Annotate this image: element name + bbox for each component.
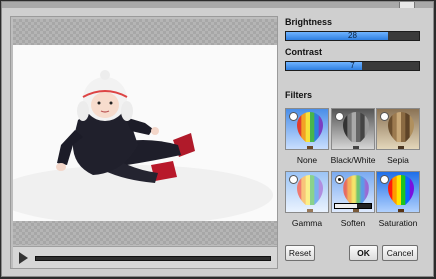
filter-gamma[interactable]: Gamma [285,171,329,228]
filter-thumb [376,171,420,213]
filter-thumb [376,108,420,150]
filter-none[interactable]: None [285,108,329,165]
brightness-label: Brightness [285,17,333,27]
close-tab[interactable] [399,2,415,8]
filter-label: Saturation [378,218,418,228]
filter-thumb [285,108,329,150]
contrast-slider[interactable]: 7 [285,61,420,71]
soften-level-slider[interactable] [334,203,372,209]
title-strip [2,2,433,8]
filter-sepia[interactable]: Sepia [376,108,420,165]
filter-saturation[interactable]: Saturation [376,171,420,228]
filter-radio[interactable] [289,175,298,184]
soften-level-fill [335,204,357,208]
filter-soften[interactable]: Soften [331,171,375,228]
ok-button[interactable]: OK [349,245,378,261]
filter-radio[interactable] [335,175,344,184]
cancel-button[interactable]: Cancel [382,245,418,261]
brightness-slider[interactable]: 28 [285,31,420,41]
timeline-track[interactable] [35,256,271,261]
filter-radio[interactable] [335,112,344,121]
filter-thumb [331,108,375,150]
filter-black-white[interactable]: Black/White [331,108,375,165]
playback-bar [13,246,277,268]
filter-label: Sepia [387,155,409,165]
preview-panel [10,16,278,269]
filter-radio[interactable] [380,175,389,184]
contrast-value: 7 [350,61,355,70]
filter-thumb [331,171,375,213]
preview-canvas [13,19,277,245]
filters-label: Filters [285,90,313,100]
contrast-label: Contrast [285,47,323,57]
filter-radio[interactable] [289,112,298,121]
filter-thumb [285,171,329,213]
filter-radio[interactable] [380,112,389,121]
preview-image [13,45,277,221]
brightness-value: 28 [348,31,357,40]
image-editor-dialog: Brightness 28 Contrast 7 Filters None Bl… [1,1,434,277]
reset-button[interactable]: Reset [285,245,315,261]
play-icon[interactable] [19,252,28,264]
